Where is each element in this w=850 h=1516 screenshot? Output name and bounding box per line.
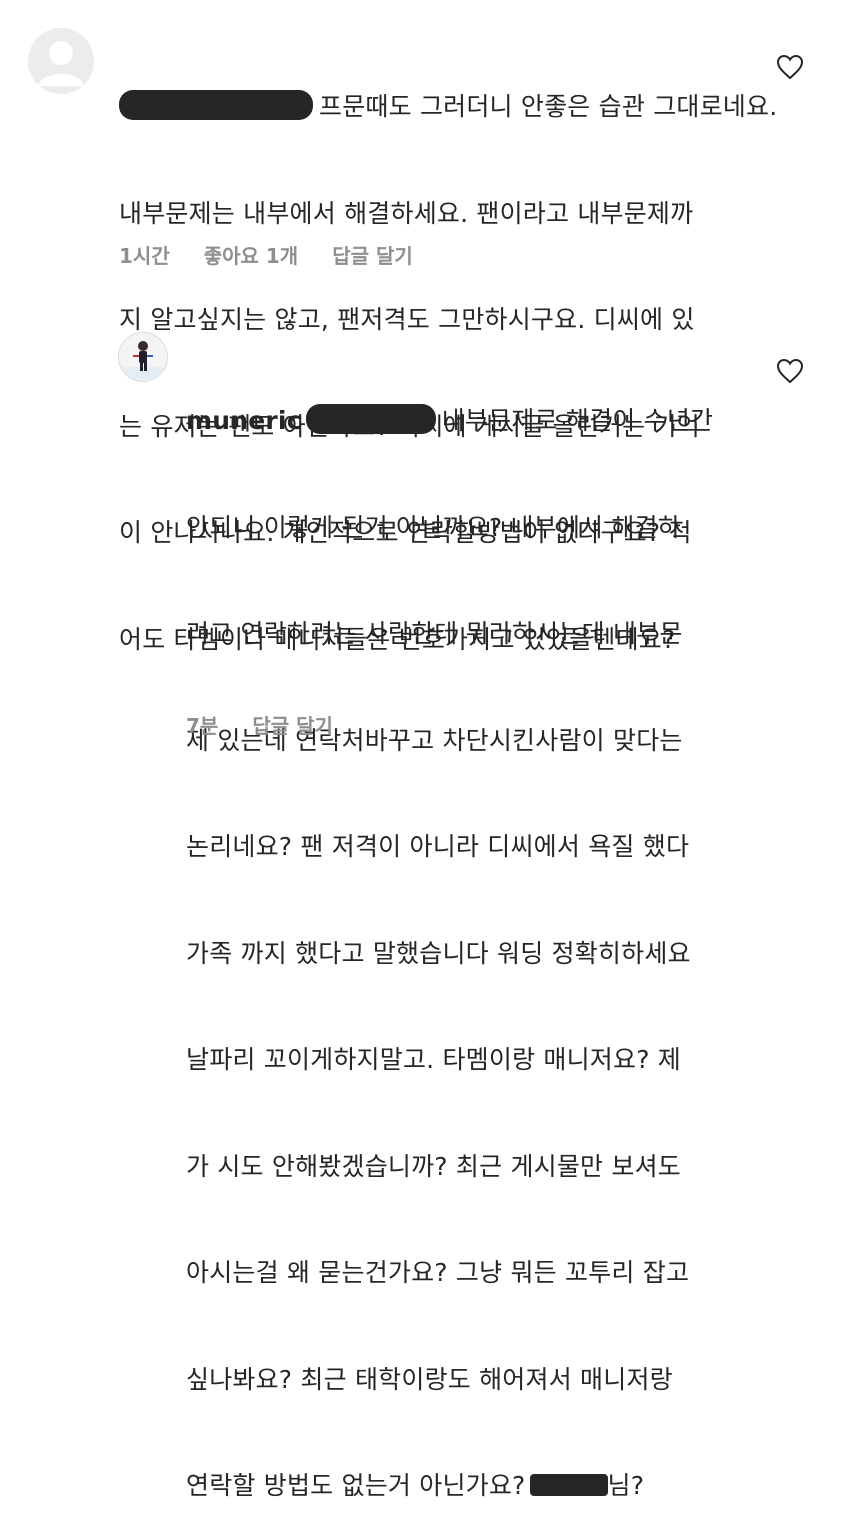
- heart-outline-icon[interactable]: [776, 358, 804, 384]
- comment-line: 내부문제로 해결이 수년간: [441, 406, 714, 435]
- reply-button[interactable]: 답글 달기: [332, 240, 413, 269]
- comment-line: 내부문제는 내부에서 해결하세요. 팬이라고 내부문제까: [119, 198, 694, 228]
- heart-outline-icon[interactable]: [776, 54, 804, 80]
- comment-meta: 7분 답글 달기: [186, 710, 333, 739]
- comment-line: 가족 까지 했다고 말했습니다 워딩 정확히하세요: [186, 938, 691, 968]
- comment-meta: 1시간 좋아요 1개 답글 달기: [119, 240, 413, 269]
- profile-photo[interactable]: [118, 332, 168, 382]
- comment-line: 님?: [607, 1471, 645, 1500]
- redacted-name: [529, 1474, 608, 1496]
- comment-time[interactable]: 1시간: [119, 240, 170, 269]
- redacted-username: [305, 404, 436, 434]
- redacted-username: [119, 90, 313, 120]
- comment-line: 논리네요? 팬 저격이 아니라 디씨에서 욕질 했다: [186, 832, 690, 861]
- comment-line: 안되니 이렇게 된거 아닐까요? 내부에서 해결하: [186, 512, 682, 542]
- comment-line: 려고 연락하려는 사람한테 뭐라하시는데 내부문: [186, 619, 683, 648]
- reply-button[interactable]: 답글 달기: [252, 710, 333, 739]
- comment-line: 싶나봐요? 최근 태학이랑도 해어져서 매니저랑: [186, 1364, 673, 1394]
- comment-line: 연락할 방법도 없는거 아닌가요?: [186, 1471, 526, 1500]
- likes-count[interactable]: 좋아요 1개: [204, 240, 298, 269]
- comment-text: muneric 내부문제로 해결이 수년간 안되니 이렇게 된거 아닐까요? 내부…: [186, 332, 713, 1516]
- comment-time[interactable]: 7분: [186, 710, 218, 739]
- comment-line: 프문때도 그러더니 안좋은 습관 그대로네요.: [319, 92, 778, 121]
- comment-line: 가 시도 안해봤겠습니까? 최근 게시물만 보셔도: [186, 1151, 682, 1181]
- default-avatar-icon[interactable]: [28, 28, 94, 94]
- comment-line: 날파리 꼬이게하지말고. 타멤이랑 매니저요? 제: [186, 1045, 682, 1074]
- username-link[interactable]: muneric: [186, 406, 302, 435]
- comment-line: 아시는걸 왜 묻는건가요? 그냥 뭐든 꼬투리 잡고: [186, 1258, 690, 1287]
